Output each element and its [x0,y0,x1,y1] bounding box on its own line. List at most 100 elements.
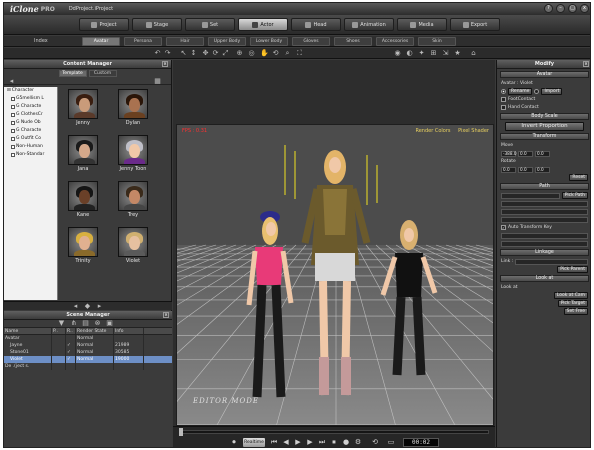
view-icon[interactable]: ◐ [406,50,413,57]
set-free-button[interactable]: Set Free [563,308,588,315]
capture-icon[interactable]: ● [341,438,351,447]
template-thumbnail[interactable]: Dylan [110,89,156,129]
scene-row-p[interactable] [52,342,66,349]
scene-row-state[interactable]: Normal [76,335,114,342]
import-button[interactable]: Import [541,88,563,95]
template-thumbnail[interactable]: Jenny [60,89,106,129]
template-thumbnail[interactable]: Jana [60,135,106,175]
tree-item[interactable]: G ClothesCr [4,111,57,119]
scene-row-r[interactable] [66,335,76,342]
look-at-cam-button[interactable]: Look at Cam [553,292,588,299]
tab-media[interactable]: Media [397,18,447,31]
link-field[interactable] [515,258,588,265]
template-thumbnail[interactable]: Kane [60,181,106,221]
redo-icon[interactable]: ↷ [164,50,171,57]
scene-row-state[interactable]: Normal [76,342,114,349]
rotate-y-field[interactable]: 0.0 [518,166,533,173]
auto-transform-checkbox[interactable]: ✓ [501,225,506,230]
wire-icon[interactable]: ⊞ [430,50,437,57]
settings-icon[interactable]: ⚙ [353,438,363,447]
scene-row[interactable]: Jayne ✓ Normal 21989 [4,342,172,349]
tab-custom[interactable]: Custom [88,70,117,77]
path-field[interactable] [501,192,560,199]
tree-item[interactable]: G Characte [4,103,57,111]
col-render-state[interactable]: Render State [76,328,114,334]
group-icon[interactable]: ▤ [82,320,89,327]
record-icon[interactable]: ⏺ [229,438,239,447]
invert-proportion-button[interactable]: Invert Proportion [505,122,584,131]
tree-icon[interactable]: ⋔ [70,320,77,327]
orbit-icon[interactable]: ⟲ [272,50,279,57]
subtab-gloves[interactable]: Gloves [292,37,330,46]
lock-icon[interactable]: ⌂ [470,50,477,57]
next-frame-icon[interactable]: ▶ [305,438,315,447]
col-p[interactable]: P.. [52,328,66,334]
pick-target-button[interactable]: Pick Target [557,300,588,307]
move-z-field[interactable]: 0.0 [535,150,550,157]
section-avatar[interactable]: Avatar [500,71,589,78]
prev-frame-icon[interactable]: ◀ [281,438,291,447]
scene-row-r[interactable]: ✓ [66,342,76,349]
tab-actor[interactable]: Actor [238,18,288,31]
scale-icon[interactable]: ⤢ [222,50,229,57]
reset-button[interactable]: Reset [569,174,588,181]
tab-stage[interactable]: Stage [132,18,182,31]
subtab-hair[interactable]: Hair [166,37,204,46]
apply-icon[interactable]: ◆ [84,303,91,310]
camera-icon[interactable]: ◉ [394,50,401,57]
tree-item[interactable]: G5mellism L [4,95,57,103]
snap-icon[interactable]: ◎ [248,50,255,57]
timeline-handle[interactable] [179,428,183,436]
translate-icon[interactable]: ✥ [202,50,209,57]
3d-viewport[interactable]: FPS : 0.31 Render Colors Pixel Shader ED… [176,124,494,426]
rotate-x-field[interactable]: 0.0 [501,166,516,173]
minimize-button[interactable]: – [556,4,565,13]
col-r[interactable]: R.. [66,328,76,334]
section-look-at[interactable]: Look at [500,275,589,282]
fit-icon[interactable]: ⛶ [296,50,303,57]
light-icon[interactable]: ✦ [418,50,425,57]
scene-row[interactable]: Avatar Normal [4,335,172,342]
pin-icon[interactable]: × [163,312,169,318]
import-radio[interactable] [534,89,540,94]
template-thumbnail[interactable]: Jenny Toon [110,135,156,175]
pin-icon[interactable]: × [162,61,168,67]
render-icon[interactable]: ★ [454,50,461,57]
move-y-field[interactable]: 0.0 [518,150,533,157]
section-path[interactable]: Path [500,183,589,190]
back-icon[interactable]: ◂ [8,78,15,85]
scene-row-r[interactable]: ✓ [66,356,76,363]
render-colors-option[interactable]: Render Colors [415,128,450,134]
tab-animation[interactable]: Animation [344,18,394,31]
close-button[interactable]: x [580,4,589,13]
subtab-shoes[interactable]: Shoes [334,37,372,46]
move-icon[interactable]: ↕ [190,50,197,57]
col-name[interactable]: Name [4,328,52,334]
tab-project[interactable]: Project [79,18,129,31]
filter-icon[interactable]: ▼ [58,320,65,327]
pan-icon[interactable]: ✋ [260,50,269,57]
subtab-skin[interactable]: Skin [418,37,456,46]
rotate-icon[interactable]: ⟳ [212,50,219,57]
scene-row[interactable]: De .(ject s. [4,363,172,370]
undo-icon[interactable]: ↶ [154,50,161,57]
template-thumbnail[interactable]: Trinity [60,227,106,267]
tree-item[interactable]: G Outfit Co [4,135,57,143]
timeline-toggle-icon[interactable]: ▭ [385,438,397,447]
tree-item[interactable]: G Characte [4,127,57,135]
pixel-shader-option[interactable]: Pixel Shader [458,128,489,134]
view-mode-icon[interactable]: ▦ [154,78,161,85]
maximize-button[interactable]: □ [568,4,577,13]
play-icon[interactable]: ▶ [293,438,303,447]
tree-item[interactable]: Non-Human [4,143,57,151]
col-info[interactable]: Info [114,328,144,334]
stop-icon[interactable]: ⏹ [329,438,339,447]
rename-button[interactable]: Rename [508,88,533,95]
tree-item[interactable]: G Nude Ob [4,119,57,127]
local-axis-icon[interactable]: ⊕ [236,50,243,57]
template-thumbnail[interactable]: Trey [110,181,156,221]
scene-row-p[interactable] [52,349,66,356]
hand-contact-checkbox[interactable] [501,105,506,110]
link-icon[interactable]: ⊗ [94,320,101,327]
scene-row[interactable]: Violet ✓ Normal 19000 [4,356,172,363]
